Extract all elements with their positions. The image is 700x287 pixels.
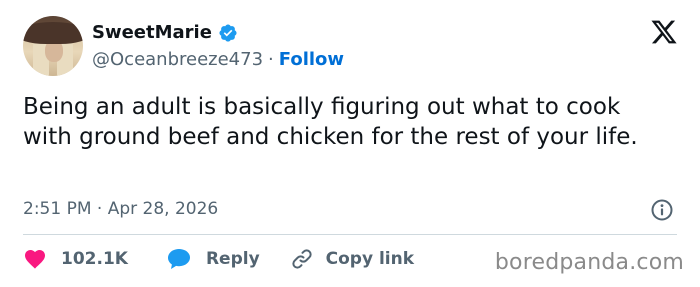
handle-row: @Oceanbreeze473 · Follow <box>92 49 344 71</box>
avatar-hat <box>23 22 83 44</box>
like-button[interactable]: 102.1K <box>23 247 128 271</box>
verified-badge-icon <box>218 23 238 43</box>
copy-link-label: Copy link <box>325 249 415 269</box>
handle-separator: · <box>268 49 274 70</box>
author-name-row: SweetMarie <box>92 22 238 44</box>
action-bar: 102.1K Reply Copy link <box>23 247 414 271</box>
copy-link-button[interactable]: Copy link <box>290 247 414 271</box>
tweet-timestamp[interactable]: 2:51 PM · Apr 28, 2026 <box>23 198 218 220</box>
avatar[interactable] <box>23 16 83 76</box>
x-logo-icon[interactable] <box>650 18 678 46</box>
reply-bubble-icon <box>167 249 190 269</box>
display-name[interactable]: SweetMarie <box>92 22 212 44</box>
divider <box>23 234 677 235</box>
heart-icon <box>25 250 45 269</box>
reply-label: Reply <box>205 249 260 269</box>
follow-button[interactable]: Follow <box>279 49 344 71</box>
link-icon <box>292 249 312 269</box>
like-count: 102.1K <box>61 249 128 269</box>
info-icon[interactable] <box>650 198 674 222</box>
author-handle[interactable]: @Oceanbreeze473 <box>92 49 263 71</box>
tweet-text: Being an adult is basically figuring out… <box>23 94 638 150</box>
reply-button[interactable]: Reply <box>166 247 260 271</box>
watermark: boredpanda.com <box>494 250 684 275</box>
